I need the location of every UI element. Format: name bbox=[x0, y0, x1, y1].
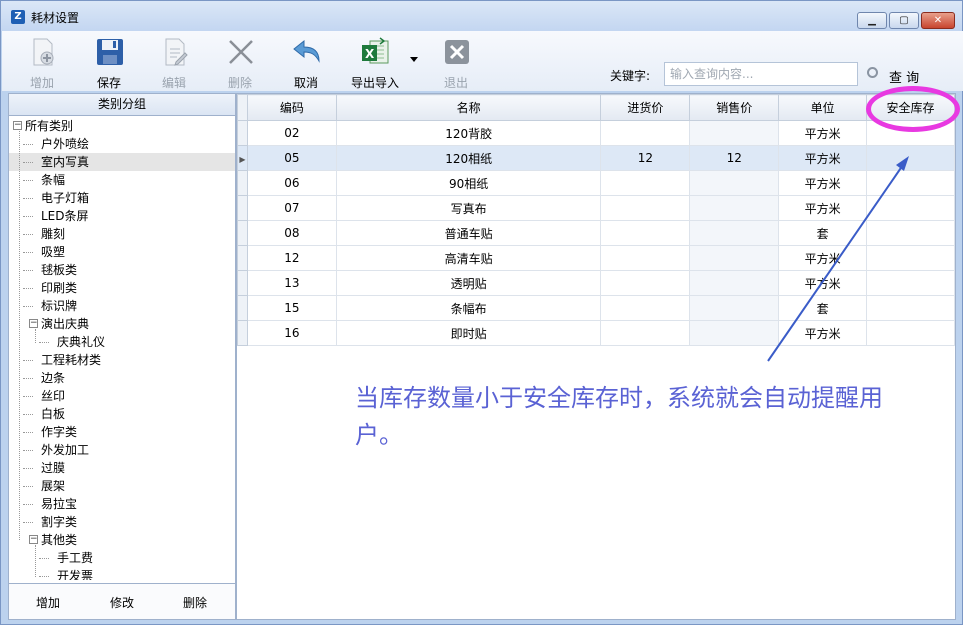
annotation-text: 当库存数量小于安全库存时，系统就会自动提醒用户。 bbox=[355, 384, 883, 449]
annotation-arrow bbox=[767, 156, 909, 362]
